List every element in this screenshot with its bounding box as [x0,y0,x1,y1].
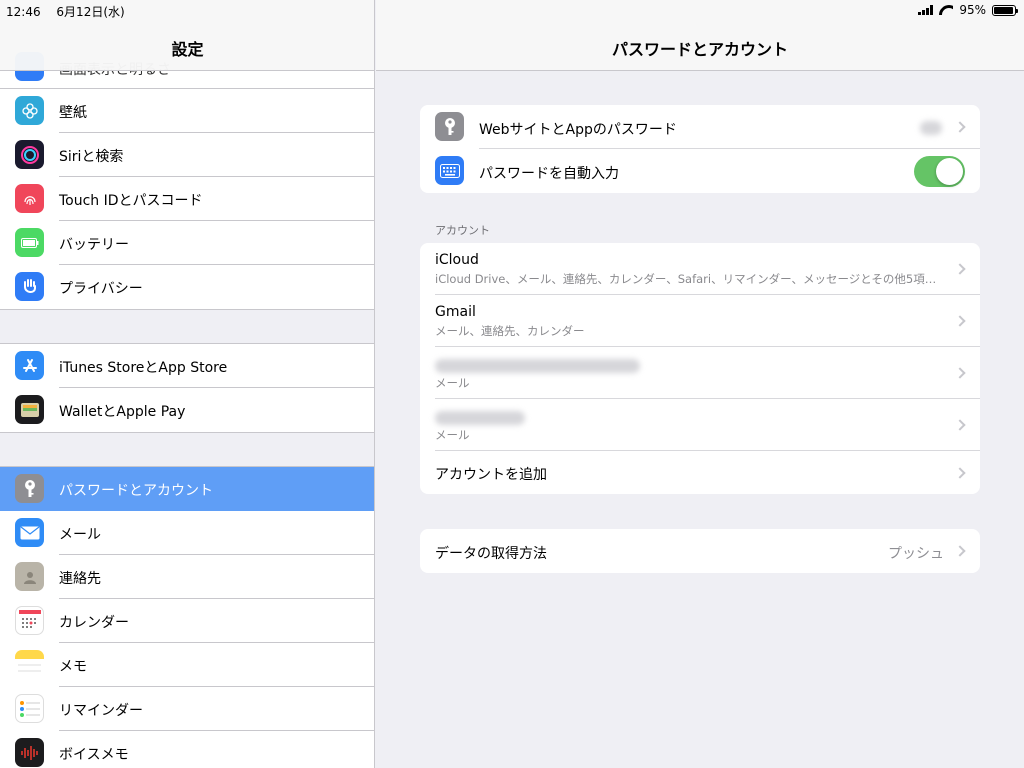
detail-pane: パスワードとアカウント WebサイトとAppのパスワード パスワードを自動入力 … [376,0,1024,768]
autofill-label: パスワードを自動入力 [479,166,619,182]
sidebar-group-apps: パスワードとアカウント メール連絡先カレンダーメモリマインダー ボイスメモ [0,466,374,768]
account-name: iCloud [435,252,479,268]
sidebar-item-label: パスワードとアカウント [59,483,213,499]
account-detail: iCloud Drive、メール、連絡先、カレンダー、Safari、リマインダー… [435,272,945,286]
hand-icon [15,272,44,301]
status-bar: 12:46 6月12日(水) 95% [0,0,1024,20]
account-detail: メール、連絡先、カレンダー [435,324,585,338]
sidebar-item-label: メモ [59,659,87,675]
sidebar-item[interactable]: 壁紙 [0,89,374,133]
accounts-card: iCloud iCloud Drive、メール、連絡先、カレンダー、Safari… [420,243,980,494]
autofill-toggle[interactable] [914,156,965,187]
add-account-label: アカウントを追加 [435,467,547,483]
sidebar-item[interactable]: WalletとApple Pay [0,388,374,432]
account-row-redacted-1[interactable]: メール [420,347,980,399]
account-row-icloud[interactable]: iCloud iCloud Drive、メール、連絡先、カレンダー、Safari… [420,243,980,295]
wallet-icon [15,395,44,424]
sidebar-item[interactable]: 連絡先 [0,555,374,599]
account-name-redacted [435,359,640,373]
chevron-right-icon [954,466,966,479]
sidebar-item[interactable]: リマインダー [0,687,374,731]
voice-memo-icon [15,738,44,767]
add-account-row[interactable]: アカウントを追加 [420,451,980,494]
toggle-knob [936,158,963,185]
sidebar-item-label: プライバシー [59,281,143,297]
chevron-right-icon [954,121,966,133]
chevron-right-icon [954,315,966,327]
settings-sidebar: 画面表示と明るさ 設定 壁紙Siriと検索Touch IDとパスコードバッテリー… [0,0,375,768]
sidebar-item-label: WalletとApple Pay [59,404,186,420]
fingerprint-icon [15,184,44,213]
notes-icon [15,650,44,679]
fetch-new-data-row[interactable]: データの取得方法 プッシュ [420,529,980,573]
sidebar-item-label: ボイスメモ [59,747,129,763]
reminders-icon [15,694,44,723]
sidebar-item[interactable]: パスワードとアカウント [0,467,374,511]
battery-icon [15,228,44,257]
chevron-right-icon [954,263,966,275]
account-name-redacted [435,411,525,425]
sidebar-item-label: iTunes StoreとApp Store [59,360,228,376]
sidebar-item[interactable]: バッテリー [0,221,374,265]
sidebar-item[interactable]: ボイスメモ [0,731,374,768]
calendar-icon [15,606,44,635]
sidebar-item[interactable]: Siriと検索 [0,133,374,177]
autofill-row: パスワードを自動入力 [420,149,980,193]
accounts-section-header: アカウント [435,224,490,237]
account-detail: メール [435,428,470,442]
account-detail: メール [435,376,470,390]
sidebar-item-label: バッテリー [59,237,129,253]
sidebar-item-label: 壁紙 [59,105,87,121]
key-icon [435,112,464,141]
fetch-value: プッシュ [888,546,944,562]
battery-percent: 95% [959,3,986,17]
sidebar-item[interactable]: メール [0,511,374,555]
sidebar-item[interactable]: プライバシー [0,265,374,309]
sidebar-item[interactable]: Touch IDとパスコード [0,177,374,221]
sidebar-item-label: 連絡先 [59,571,101,587]
sidebar-item[interactable]: カレンダー [0,599,374,643]
keyboard-icon [435,156,464,185]
wallpaper-icon [15,96,44,125]
sidebar-item-label: メール [59,527,101,543]
mail-icon [15,518,44,547]
website-passwords-row[interactable]: WebサイトとAppのパスワード [420,105,980,149]
key-icon [15,474,44,503]
page-title: パスワードとアカウント [611,40,788,59]
sidebar-item[interactable]: メモ [0,643,374,687]
sidebar-item-label: カレンダー [59,615,129,631]
chevron-right-icon [954,367,966,379]
sidebar-title: 設定 [171,40,204,59]
sidebar-group-general: 壁紙 Siriと検索 Touch IDとパスコード バッテリープライバシー [0,88,374,310]
fetch-label: データの取得方法 [435,546,547,562]
status-time: 12:46 [6,5,41,19]
sidebar-item-label: Siriと検索 [59,149,124,165]
app-store-icon [15,351,44,380]
contacts-icon [15,562,44,591]
chevron-right-icon [954,419,966,431]
cellular-signal-icon [918,5,934,15]
password-count-redacted [920,121,942,135]
account-row-redacted-2[interactable]: メール [420,399,980,451]
passwords-card: WebサイトとAppのパスワード パスワードを自動入力 [420,105,980,193]
battery-icon [992,4,1018,16]
account-row-gmail[interactable]: Gmail メール、連絡先、カレンダー [420,295,980,347]
account-name: Gmail [435,304,476,320]
sidebar-item-label: リマインダー [59,703,143,719]
sidebar-item-label: Touch IDとパスコード [59,193,203,209]
wifi-icon [939,5,953,15]
sidebar-item[interactable]: iTunes StoreとApp Store [0,344,374,388]
siri-icon [15,140,44,169]
chevron-right-icon [954,545,966,557]
website-passwords-label: WebサイトとAppのパスワード [479,122,677,138]
fetch-card: データの取得方法 プッシュ [420,529,980,573]
status-date: 6月12日(水) [56,5,125,19]
sidebar-group-stores: iTunes StoreとApp Store WalletとApple Pay [0,343,374,433]
